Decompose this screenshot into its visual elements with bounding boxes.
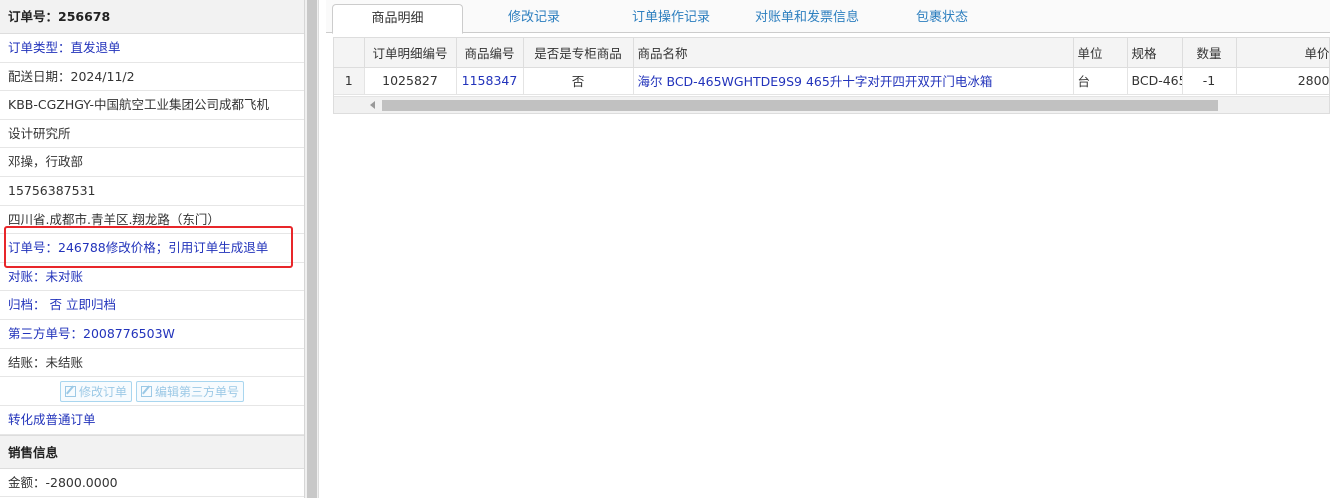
detail-panel: 商品明细 修改记录 订单操作记录 对账单和发票信息 包裹状态 订单明细编号 商品… (326, 0, 1330, 498)
sales-amount: 金额：-2800.0000 (0, 469, 304, 498)
archive-status: 归档： 否 立即归档 (0, 291, 304, 320)
unit-cell: 台 (1073, 67, 1128, 95)
spec-cell: BCD-465 (1127, 67, 1183, 95)
sales-info-section-header: 销售信息 (0, 434, 304, 469)
column-header[interactable]: 是否是专柜商品 (523, 38, 634, 68)
quantity-cell: -1 (1182, 67, 1237, 95)
product-number-link[interactable]: 1158347 (456, 67, 524, 95)
reference-order-note: 订单号：246788修改价格；引用订单生成退单 (0, 234, 304, 263)
order-info-panel: 订单号：256678 订单类型：直发退单 配送日期：2024/11/2 KBB-… (0, 0, 305, 498)
edit-icon (64, 385, 76, 397)
table-row[interactable]: 1 1025827 1158347 否 海尔 BCD-465WGHTDE9S9 … (334, 67, 1329, 95)
archive-label: 归档： (8, 297, 46, 313)
horizontal-scrollbar-thumb[interactable] (382, 100, 1218, 111)
horizontal-scrollbar[interactable] (334, 96, 1329, 113)
column-header[interactable]: 订单明细编号 (364, 38, 457, 68)
edit-order-button[interactable]: 修改订单 (59, 380, 132, 402)
unit-price-cell: 2800 (1236, 67, 1329, 95)
column-header[interactable]: 单位 (1073, 38, 1128, 68)
column-header[interactable]: 单价 (1236, 38, 1329, 68)
contact-person: 邓操，行政部 (0, 148, 304, 177)
third-party-order-number: 第三方单号：2008776503W (0, 320, 304, 349)
tab-bar: 商品明细 修改记录 订单操作记录 对账单和发票信息 包裹状态 (326, 0, 1330, 34)
reference-order-suffix: 修改价格；引用订单生成退单 (105, 240, 269, 256)
delivery-address: 四川省.成都市.青羊区.翔龙路（东门） (0, 206, 304, 235)
grid-header-row: 订单明细编号 商品编号 是否是专柜商品 商品名称 单位 规格 数量 单价 (334, 38, 1329, 68)
row-number: 1 (334, 67, 365, 95)
tab-product-details[interactable]: 商品明细 (332, 4, 463, 34)
row-number-header (334, 38, 365, 68)
panel-splitter[interactable] (305, 0, 319, 498)
action-button-row: 修改订单 编辑第三方单号 (0, 377, 304, 407)
edit-order-label: 修改订单 (78, 384, 127, 399)
column-header[interactable]: 数量 (1182, 38, 1237, 68)
column-header[interactable]: 商品名称 (633, 38, 1074, 68)
detail-number-cell: 1025827 (364, 67, 457, 95)
column-header[interactable]: 规格 (1127, 38, 1183, 68)
reference-order-prefix: 订单号： (8, 240, 59, 256)
reference-order-link[interactable]: 246788 (58, 240, 106, 255)
vertical-scrollbar-thumb[interactable] (307, 0, 317, 498)
archive-value: 否 (49, 297, 63, 313)
customer-name-line1: KBB-CGZHGY-中国航空工业集团公司成都飞机 (0, 91, 304, 120)
tab-package-status[interactable]: 包裹状态 (882, 4, 1002, 33)
column-header[interactable]: 商品编号 (456, 38, 524, 68)
order-detail-window: 订单号：256678 订单类型：直发退单 配送日期：2024/11/2 KBB-… (0, 0, 1330, 498)
product-detail-grid: 订单明细编号 商品编号 是否是专柜商品 商品名称 单位 规格 数量 单价 1 1… (333, 37, 1330, 114)
settlement-status: 结账：未结账 (0, 349, 304, 378)
edit-third-party-label: 编辑第三方单号 (155, 384, 240, 399)
tab-modification-log[interactable]: 修改记录 (472, 4, 596, 33)
counter-product-cell: 否 (523, 67, 634, 95)
phone-number: 15756387531 (0, 177, 304, 206)
order-type: 订单类型：直发退单 (0, 34, 304, 63)
edit-third-party-number-button[interactable]: 编辑第三方单号 (136, 380, 245, 402)
edit-icon (141, 385, 152, 397)
order-number-header: 订单号：256678 (0, 0, 304, 34)
product-name-link[interactable]: 海尔 BCD-465WGHTDE9S9 465升十字对开四开双开门电冰箱 (633, 67, 1074, 95)
customer-name-line2: 设计研究所 (0, 120, 304, 149)
tab-statement-invoice[interactable]: 对账单和发票信息 (742, 4, 872, 33)
scroll-left-arrow-icon[interactable] (370, 101, 375, 109)
reconciliation-status: 对账：未对账 (0, 263, 304, 292)
archive-now-link[interactable]: 立即归档 (66, 297, 116, 312)
tab-order-operation-log[interactable]: 订单操作记录 (606, 4, 736, 33)
convert-to-normal-order-link[interactable]: 转化成普通订单 (0, 406, 304, 435)
delivery-date: 配送日期：2024/11/2 (0, 63, 304, 92)
